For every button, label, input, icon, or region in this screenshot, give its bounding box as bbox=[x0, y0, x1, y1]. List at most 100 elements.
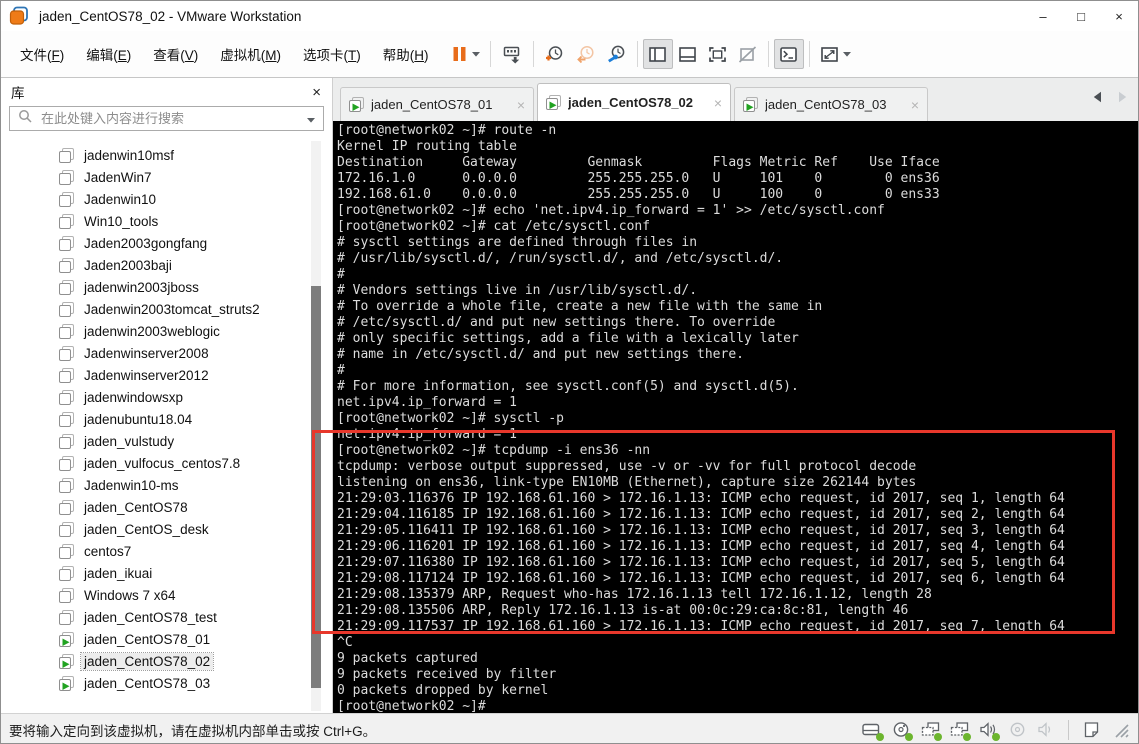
show-thumbnail-bar-button[interactable] bbox=[673, 39, 703, 69]
search-icon bbox=[18, 109, 32, 128]
enter-fullscreen-button[interactable] bbox=[703, 39, 733, 69]
vm-off-icon bbox=[59, 565, 74, 581]
snapshot-revert-icon bbox=[575, 45, 596, 64]
menu-item-2[interactable]: 查看(V) bbox=[142, 38, 209, 70]
sound-device-icon[interactable] bbox=[976, 720, 1000, 741]
tab-scroll-left-icon[interactable] bbox=[1092, 91, 1102, 103]
tab-jaden_CentOS78_03[interactable]: jaden_CentOS78_03 × bbox=[734, 87, 928, 121]
terminal-line: [root@network02 ~]# cat /etc/sysctl.conf bbox=[337, 219, 651, 234]
vm-list-item-jaden_CentOS78[interactable]: jaden_CentOS78 bbox=[1, 496, 332, 518]
device-connected-dot bbox=[905, 732, 913, 741]
menu-toolbar-row: 文件(F) 编辑(E) 查看(V) 虚拟机(M) 选项卡(T) 帮助(H) bbox=[1, 31, 1138, 78]
sidebar-scrollbar[interactable] bbox=[311, 141, 321, 711]
dropdown-caret-icon[interactable] bbox=[842, 51, 851, 57]
vm-list-item-jaden_vulstudy[interactable]: jaden_vulstudy bbox=[1, 430, 332, 452]
search-input[interactable] bbox=[39, 110, 300, 127]
vm-list-item-jadenwindowsxp[interactable]: jadenwindowsxp bbox=[1, 386, 332, 408]
vm-list-item-Jadenwin10-ms[interactable]: Jadenwin10-ms bbox=[1, 474, 332, 496]
fit-guest-button[interactable] bbox=[815, 39, 856, 69]
network-adapter-icon[interactable] bbox=[918, 720, 942, 741]
vm-list-item-jaden_CentOS78_03[interactable]: jaden_CentOS78_03 bbox=[1, 672, 332, 694]
tab-scroll-right-icon bbox=[1118, 91, 1128, 103]
vm-list-item-Jaden2003gongfang[interactable]: Jaden2003gongfang bbox=[1, 232, 332, 254]
menu-item-1[interactable]: 编辑(E) bbox=[75, 38, 142, 70]
search-dropdown-caret-icon[interactable] bbox=[307, 110, 315, 128]
vm-off-icon bbox=[59, 169, 74, 185]
guest-console-terminal[interactable]: [root@network02 ~]# route -n Kernel IP ro… bbox=[333, 121, 1138, 713]
vm-label: jadenubuntu18.04 bbox=[84, 411, 193, 427]
vm-off-icon bbox=[59, 345, 74, 361]
speaker-icon[interactable] bbox=[1034, 720, 1058, 740]
vm-list-item-Win10_tools[interactable]: Win10_tools bbox=[1, 210, 332, 232]
vm-list-item-Jadenwinserver2008[interactable]: Jadenwinserver2008 bbox=[1, 342, 332, 364]
vm-list-item-Jadenwin2003tomcat_struts2[interactable]: Jadenwin2003tomcat_struts2 bbox=[1, 298, 332, 320]
vm-label: Jadenwinserver2012 bbox=[84, 367, 209, 383]
send-ctrl-alt-del-button[interactable] bbox=[496, 39, 528, 69]
vm-list-item-Jaden2003baji[interactable]: Jaden2003baji bbox=[1, 254, 332, 276]
toolbar-separator bbox=[532, 41, 534, 67]
vm-list-item-jaden_CentOS78_01[interactable]: jaden_CentOS78_01 bbox=[1, 628, 332, 650]
resize-grip-icon[interactable] bbox=[1108, 720, 1132, 740]
menu-item-4[interactable]: 选项卡(T) bbox=[292, 38, 372, 70]
minimize-button[interactable]: – bbox=[1024, 1, 1062, 31]
close-button[interactable]: × bbox=[1100, 1, 1138, 31]
toolbar bbox=[446, 39, 856, 69]
cd-drive-icon[interactable] bbox=[889, 720, 913, 741]
unity-icon bbox=[738, 45, 757, 63]
tab-label: jaden_CentOS78_01 bbox=[371, 97, 493, 112]
vm-list-item-JadenWin7[interactable]: JadenWin7 bbox=[1, 166, 332, 188]
vm-list-item-jaden_vulfocus_centos7.8[interactable]: jaden_vulfocus_centos7.8 bbox=[1, 452, 332, 474]
cd-idle-icon[interactable] bbox=[1005, 720, 1029, 740]
vm-list-item-jaden_CentOS78_02[interactable]: jaden_CentOS78_02 bbox=[1, 650, 332, 672]
pause-icon bbox=[451, 45, 468, 63]
tab-jaden_CentOS78_01[interactable]: jaden_CentOS78_01 × bbox=[340, 87, 534, 121]
maximize-button[interactable]: □ bbox=[1062, 1, 1100, 31]
vm-list-item-Jadenwin10[interactable]: Jadenwin10 bbox=[1, 188, 332, 210]
vm-list-item-jaden_ikuai[interactable]: jaden_ikuai bbox=[1, 562, 332, 584]
tab-close-icon[interactable]: × bbox=[714, 95, 722, 111]
terminal-line: # bbox=[337, 267, 345, 282]
vm-label: jadenwin2003weblogic bbox=[84, 323, 220, 339]
console-view-button[interactable] bbox=[773, 39, 804, 69]
vm-list-item-jaden_CentOS78_test[interactable]: jaden_CentOS78_test bbox=[1, 606, 332, 628]
dropdown-caret-icon[interactable] bbox=[471, 51, 480, 57]
tab-close-icon[interactable]: × bbox=[911, 97, 919, 113]
library-close-icon[interactable]: × bbox=[312, 84, 321, 101]
toolbar-separator bbox=[808, 41, 810, 67]
vm-list-item-Jadenwinserver2012[interactable]: Jadenwinserver2012 bbox=[1, 364, 332, 386]
menu-item-5[interactable]: 帮助(H) bbox=[372, 38, 440, 70]
tab-close-icon[interactable]: × bbox=[517, 97, 525, 113]
terminal-line: [root@network02 ~]# bbox=[337, 699, 494, 713]
vm-list-item-jadenwin10msf[interactable]: jadenwin10msf bbox=[1, 144, 332, 166]
device-connected-dot bbox=[876, 732, 884, 741]
vm-label: Jadenwin2003tomcat_struts2 bbox=[84, 301, 260, 317]
menu-item-0[interactable]: 文件(F) bbox=[9, 38, 75, 70]
vm-list-item-jadenubuntu18.04[interactable]: jadenubuntu18.04 bbox=[1, 408, 332, 430]
vm-list-item-jadenwin2003jboss[interactable]: jadenwin2003jboss bbox=[1, 276, 332, 298]
library-title: 库 bbox=[11, 86, 25, 101]
terminal-line: 21:29:07.116380 IP 192.168.61.160 > 172.… bbox=[337, 555, 1065, 570]
take-snapshot-button[interactable] bbox=[539, 39, 570, 69]
window-controls: – □ × bbox=[1024, 1, 1138, 31]
manage-snapshots-button[interactable] bbox=[601, 39, 632, 69]
vm-list-item-Windows 7 x64[interactable]: Windows 7 x64 bbox=[1, 584, 332, 606]
hard-disk-icon[interactable] bbox=[860, 720, 884, 741]
terminal-line: listening on ens36, link-type EN10MB (Et… bbox=[337, 475, 917, 490]
network-adapter-2-icon[interactable] bbox=[947, 720, 971, 741]
vm-label: jaden_vulstudy bbox=[84, 433, 175, 449]
vm-off-icon bbox=[59, 411, 74, 427]
message-log-icon[interactable] bbox=[1079, 720, 1103, 740]
vm-running-icon bbox=[59, 631, 74, 647]
vm-list-item-jadenwin2003weblogic[interactable]: jadenwin2003weblogic bbox=[1, 320, 332, 342]
library-search[interactable] bbox=[9, 106, 324, 131]
device-connected-dot bbox=[934, 732, 942, 741]
vm-list-item-jaden_CentOS_desk[interactable]: jaden_CentOS_desk bbox=[1, 518, 332, 540]
vm-list-item-centos7[interactable]: centos7 bbox=[1, 540, 332, 562]
suspend-button[interactable] bbox=[446, 39, 485, 69]
show-library-button[interactable] bbox=[642, 39, 673, 69]
menu-item-3[interactable]: 虚拟机(M) bbox=[209, 38, 292, 70]
sidebar-scrollbar-thumb[interactable] bbox=[311, 286, 321, 688]
terminal-line: net.ipv4.ip_forward = 1 bbox=[337, 427, 518, 442]
vm-running-icon bbox=[546, 95, 561, 110]
tab-jaden_CentOS78_02[interactable]: jaden_CentOS78_02 × bbox=[537, 83, 731, 121]
